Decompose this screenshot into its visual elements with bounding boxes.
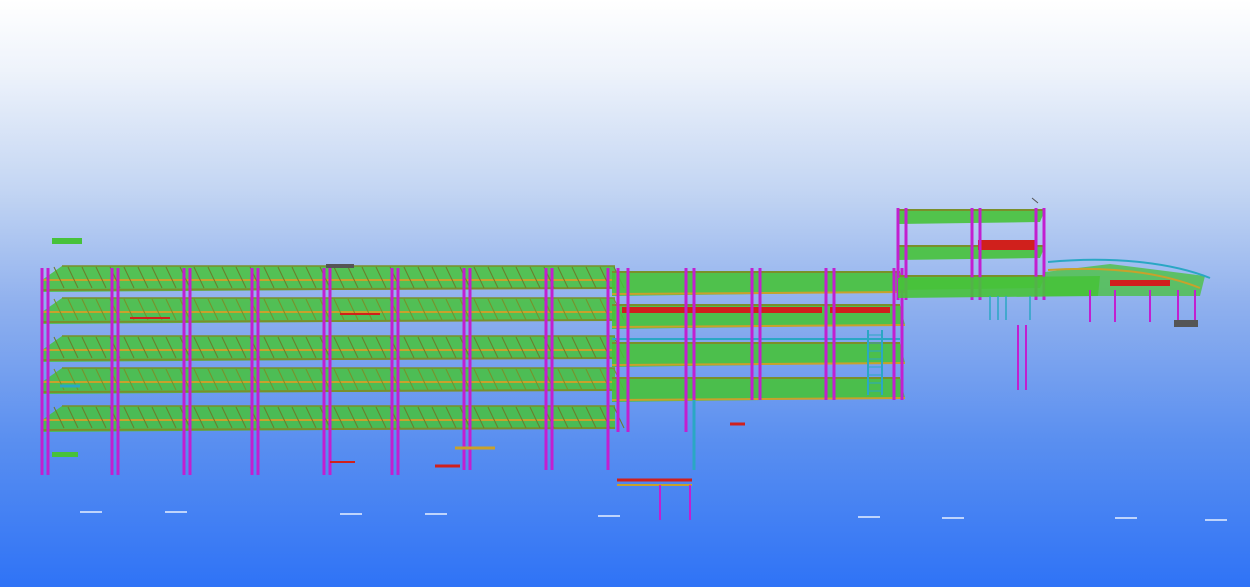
- red-beam-run: [622, 307, 822, 313]
- red-beam-run: [1110, 280, 1170, 286]
- floor-slab: [41, 297, 625, 324]
- structural-model-wireframe: [40, 197, 1227, 521]
- ground-plane-marks: [80, 511, 1227, 521]
- floor-slab: [41, 405, 625, 432]
- red-beam-run: [978, 240, 1036, 250]
- roof-slab-piece: [52, 238, 82, 244]
- canopy-structure: [1045, 258, 1211, 327]
- floor-slab: [41, 367, 625, 394]
- roof-marker: [1031, 197, 1039, 204]
- 3d-model-viewport[interactable]: [0, 0, 1250, 587]
- left-building-block: [40, 238, 625, 475]
- red-beam-run: [830, 307, 890, 313]
- middle-building-block: [611, 268, 906, 520]
- grey-base: [1174, 320, 1198, 327]
- ground-slab-piece: [52, 452, 78, 457]
- floor-slab: [41, 335, 625, 362]
- roof-equipment: [326, 264, 354, 268]
- floor-slab: [41, 265, 625, 292]
